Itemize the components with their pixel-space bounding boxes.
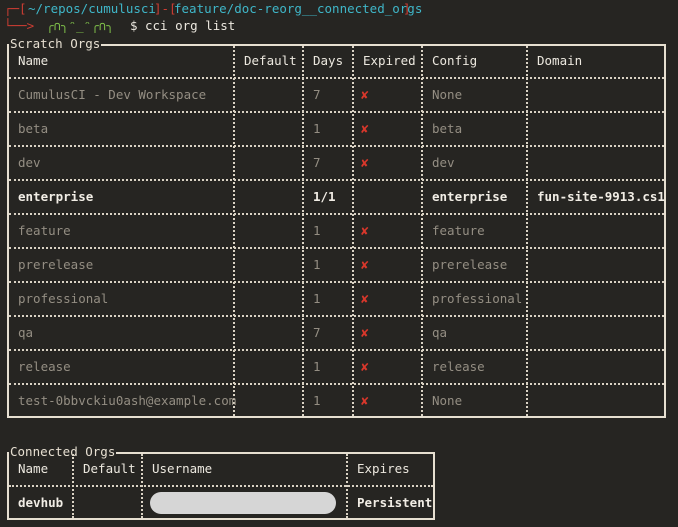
scratch-cell-config: dev (432, 155, 455, 170)
row-divider (9, 213, 664, 215)
command-text[interactable]: cci org list (145, 18, 235, 33)
header-expired: Expired (363, 53, 416, 68)
scratch-table-title: Scratch Orgs (9, 36, 102, 51)
scratch-cell-days: 1 (313, 257, 321, 272)
header-config: Config (432, 53, 478, 68)
header-domain: Domain (537, 53, 583, 68)
row-divider (9, 111, 664, 113)
scratch-cell-name[interactable]: dev (18, 155, 41, 170)
scratch-cell-name[interactable]: test-0bbvckiu0ash@example.com (18, 393, 236, 408)
scratch-cell-days: 7 (313, 87, 321, 102)
scratch-cell-config: None (432, 87, 463, 102)
header-default: Default (83, 461, 136, 476)
scratch-cell-expired: ✘ (361, 155, 369, 170)
prompt-symbol: $ (130, 18, 138, 33)
column-divider (421, 46, 424, 416)
row-divider (9, 485, 433, 487)
prompt-bracket-close: ] (403, 1, 411, 16)
scratch-cell-config: None (432, 393, 463, 408)
scratch-cell-days: 1/1 (313, 189, 336, 204)
scratch-cell-expired: ✘ (361, 121, 369, 136)
header-default: Default (244, 53, 297, 68)
scratch-cell-expired: ✘ (361, 359, 369, 374)
column-divider (302, 46, 305, 416)
row-divider (9, 145, 664, 147)
scratch-cell-config: qa (432, 325, 448, 340)
column-divider (352, 46, 355, 416)
scratch-cell-expired: ✘ (361, 223, 369, 238)
scratch-cell-config: prerelease (432, 257, 508, 272)
scratch-cell-days: 1 (313, 291, 321, 306)
scratch-cell-config: feature (432, 223, 485, 238)
scratch-cell-days: 1 (313, 121, 321, 136)
scratch-cell-name[interactable]: professional (18, 291, 108, 306)
scratch-cell-days: 1 (313, 393, 321, 408)
connected-cell-expires: Persistent (357, 495, 433, 510)
prompt-face: ╭∩╮ᵔ_ᵔ╭∩╮ (46, 18, 114, 33)
scratch-cell-name[interactable]: prerelease (18, 257, 93, 272)
scratch-cell-expired: ✘ (361, 325, 369, 340)
row-divider (9, 179, 664, 181)
scratch-cell-domain: fun-site-9913.cs1 (537, 189, 665, 204)
scratch-cell-config: release (432, 359, 485, 374)
row-divider (9, 349, 664, 351)
connected-cell-name[interactable]: devhub (18, 495, 63, 510)
row-divider (9, 315, 664, 317)
row-divider (9, 247, 664, 249)
column-divider (233, 46, 236, 416)
row-divider (9, 281, 664, 283)
scratch-cell-days: 7 (313, 155, 321, 170)
scratch-cell-name[interactable]: release (18, 359, 71, 374)
scratch-cell-config: beta (432, 121, 463, 136)
header-name: Name (18, 461, 49, 476)
connected-table-title: Connected Orgs (9, 444, 117, 459)
prompt-branch: feature/doc-reorg__connected_orgs (174, 1, 423, 16)
row-divider (9, 77, 664, 79)
username-redacted (150, 492, 336, 514)
scratch-cell-name[interactable]: CumulusCI - Dev Workspace (18, 87, 206, 102)
scratch-cell-name[interactable]: feature (18, 223, 71, 238)
scratch-cell-expired: ✘ (361, 257, 369, 272)
prompt-corner-bottom: └──> (4, 18, 35, 33)
scratch-cell-name[interactable]: qa (18, 325, 33, 340)
header-name: Name (18, 53, 49, 68)
scratch-cell-expired: ✘ (361, 393, 369, 408)
column-divider (526, 46, 529, 416)
scratch-cell-config: professional (432, 291, 523, 306)
scratch-cell-days: 7 (313, 325, 321, 340)
prompt-corner-top: ┌─[ (4, 1, 27, 16)
scratch-cell-expired: ✘ (361, 291, 369, 306)
header-days: Days (313, 53, 344, 68)
prompt-path: ~/repos/cumulusci (28, 1, 156, 16)
header-expires: Expires (357, 461, 410, 476)
scratch-cell-days: 1 (313, 359, 321, 374)
scratch-cell-name[interactable]: enterprise (18, 189, 93, 204)
scratch-cell-name[interactable]: beta (18, 121, 48, 136)
scratch-cell-config: enterprise (432, 189, 508, 204)
header-username: Username (152, 461, 213, 476)
row-divider (9, 383, 664, 385)
scratch-cell-expired: ✘ (361, 87, 369, 102)
scratch-cell-days: 1 (313, 223, 321, 238)
